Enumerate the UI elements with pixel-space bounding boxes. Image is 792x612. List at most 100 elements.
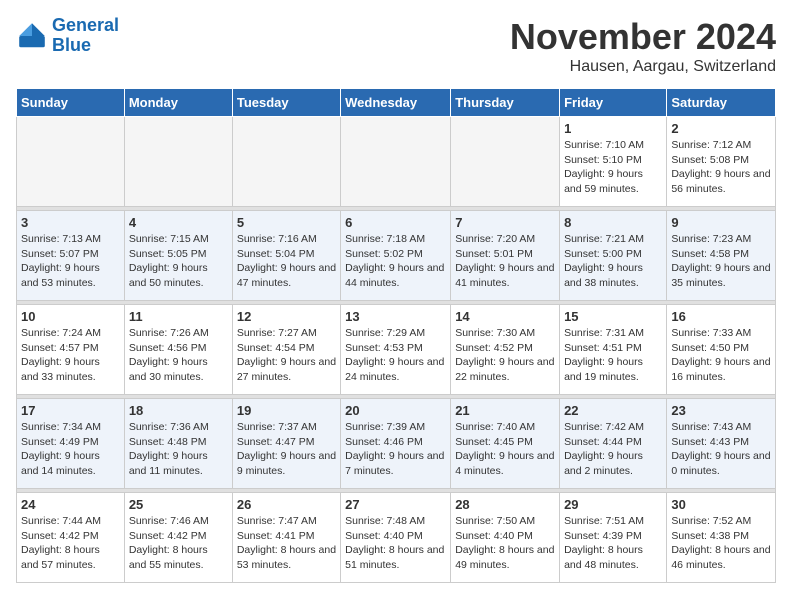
day-number: 30 bbox=[671, 497, 771, 512]
day-info: Sunrise: 7:34 AMSunset: 4:49 PMDaylight:… bbox=[21, 421, 101, 477]
calendar: Sunday Monday Tuesday Wednesday Thursday… bbox=[16, 88, 776, 583]
day-number: 4 bbox=[129, 215, 228, 230]
day-number: 15 bbox=[564, 309, 662, 324]
day-number: 2 bbox=[671, 121, 771, 136]
calendar-day: 24 Sunrise: 7:44 AMSunset: 4:42 PMDaylig… bbox=[17, 493, 125, 583]
calendar-week-1: 1 Sunrise: 7:10 AMSunset: 5:10 PMDayligh… bbox=[17, 117, 776, 207]
day-info: Sunrise: 7:39 AMSunset: 4:46 PMDaylight:… bbox=[345, 421, 444, 477]
day-number: 8 bbox=[564, 215, 662, 230]
calendar-week-2: 3 Sunrise: 7:13 AMSunset: 5:07 PMDayligh… bbox=[17, 211, 776, 301]
day-number: 17 bbox=[21, 403, 120, 418]
calendar-day: 19 Sunrise: 7:37 AMSunset: 4:47 PMDaylig… bbox=[232, 399, 340, 489]
day-number: 24 bbox=[21, 497, 120, 512]
location-title: Hausen, Aargau, Switzerland bbox=[510, 58, 776, 76]
calendar-week-5: 24 Sunrise: 7:44 AMSunset: 4:42 PMDaylig… bbox=[17, 493, 776, 583]
day-info: Sunrise: 7:43 AMSunset: 4:43 PMDaylight:… bbox=[671, 421, 770, 477]
day-info: Sunrise: 7:24 AMSunset: 4:57 PMDaylight:… bbox=[21, 327, 101, 383]
calendar-day: 20 Sunrise: 7:39 AMSunset: 4:46 PMDaylig… bbox=[341, 399, 451, 489]
day-info: Sunrise: 7:51 AMSunset: 4:39 PMDaylight:… bbox=[564, 515, 644, 571]
calendar-week-4: 17 Sunrise: 7:34 AMSunset: 4:49 PMDaylig… bbox=[17, 399, 776, 489]
day-info: Sunrise: 7:10 AMSunset: 5:10 PMDaylight:… bbox=[564, 139, 644, 195]
calendar-day: 9 Sunrise: 7:23 AMSunset: 4:58 PMDayligh… bbox=[667, 211, 776, 301]
day-number: 10 bbox=[21, 309, 120, 324]
day-info: Sunrise: 7:48 AMSunset: 4:40 PMDaylight:… bbox=[345, 515, 444, 571]
calendar-day: 18 Sunrise: 7:36 AMSunset: 4:48 PMDaylig… bbox=[124, 399, 232, 489]
col-thursday: Thursday bbox=[451, 89, 560, 117]
calendar-day: 15 Sunrise: 7:31 AMSunset: 4:51 PMDaylig… bbox=[560, 305, 667, 395]
day-number: 21 bbox=[455, 403, 555, 418]
col-sunday: Sunday bbox=[17, 89, 125, 117]
day-info: Sunrise: 7:27 AMSunset: 4:54 PMDaylight:… bbox=[237, 327, 336, 383]
header: General Blue November 2024 Hausen, Aarga… bbox=[16, 16, 776, 76]
day-info: Sunrise: 7:16 AMSunset: 5:04 PMDaylight:… bbox=[237, 233, 336, 289]
day-number: 5 bbox=[237, 215, 336, 230]
calendar-day: 4 Sunrise: 7:15 AMSunset: 5:05 PMDayligh… bbox=[124, 211, 232, 301]
calendar-day: 12 Sunrise: 7:27 AMSunset: 4:54 PMDaylig… bbox=[232, 305, 340, 395]
calendar-day: 10 Sunrise: 7:24 AMSunset: 4:57 PMDaylig… bbox=[17, 305, 125, 395]
day-info: Sunrise: 7:15 AMSunset: 5:05 PMDaylight:… bbox=[129, 233, 209, 289]
day-number: 9 bbox=[671, 215, 771, 230]
day-number: 6 bbox=[345, 215, 446, 230]
day-info: Sunrise: 7:21 AMSunset: 5:00 PMDaylight:… bbox=[564, 233, 644, 289]
calendar-day: 25 Sunrise: 7:46 AMSunset: 4:42 PMDaylig… bbox=[124, 493, 232, 583]
day-info: Sunrise: 7:20 AMSunset: 5:01 PMDaylight:… bbox=[455, 233, 554, 289]
calendar-day: 17 Sunrise: 7:34 AMSunset: 4:49 PMDaylig… bbox=[17, 399, 125, 489]
calendar-day bbox=[341, 117, 451, 207]
calendar-header: Sunday Monday Tuesday Wednesday Thursday… bbox=[17, 89, 776, 117]
calendar-day: 13 Sunrise: 7:29 AMSunset: 4:53 PMDaylig… bbox=[341, 305, 451, 395]
calendar-day bbox=[232, 117, 340, 207]
logo-icon bbox=[16, 20, 48, 52]
calendar-day: 23 Sunrise: 7:43 AMSunset: 4:43 PMDaylig… bbox=[667, 399, 776, 489]
day-number: 26 bbox=[237, 497, 336, 512]
calendar-day: 3 Sunrise: 7:13 AMSunset: 5:07 PMDayligh… bbox=[17, 211, 125, 301]
calendar-day: 8 Sunrise: 7:21 AMSunset: 5:00 PMDayligh… bbox=[560, 211, 667, 301]
day-info: Sunrise: 7:18 AMSunset: 5:02 PMDaylight:… bbox=[345, 233, 444, 289]
calendar-day: 1 Sunrise: 7:10 AMSunset: 5:10 PMDayligh… bbox=[560, 117, 667, 207]
day-info: Sunrise: 7:52 AMSunset: 4:38 PMDaylight:… bbox=[671, 515, 770, 571]
calendar-day: 22 Sunrise: 7:42 AMSunset: 4:44 PMDaylig… bbox=[560, 399, 667, 489]
calendar-day: 26 Sunrise: 7:47 AMSunset: 4:41 PMDaylig… bbox=[232, 493, 340, 583]
day-info: Sunrise: 7:37 AMSunset: 4:47 PMDaylight:… bbox=[237, 421, 336, 477]
day-info: Sunrise: 7:47 AMSunset: 4:41 PMDaylight:… bbox=[237, 515, 336, 571]
calendar-day: 11 Sunrise: 7:26 AMSunset: 4:56 PMDaylig… bbox=[124, 305, 232, 395]
calendar-day: 29 Sunrise: 7:51 AMSunset: 4:39 PMDaylig… bbox=[560, 493, 667, 583]
calendar-day: 6 Sunrise: 7:18 AMSunset: 5:02 PMDayligh… bbox=[341, 211, 451, 301]
day-info: Sunrise: 7:12 AMSunset: 5:08 PMDaylight:… bbox=[671, 139, 770, 195]
day-info: Sunrise: 7:13 AMSunset: 5:07 PMDaylight:… bbox=[21, 233, 101, 289]
calendar-day: 27 Sunrise: 7:48 AMSunset: 4:40 PMDaylig… bbox=[341, 493, 451, 583]
day-number: 3 bbox=[21, 215, 120, 230]
calendar-day: 14 Sunrise: 7:30 AMSunset: 4:52 PMDaylig… bbox=[451, 305, 560, 395]
calendar-day: 7 Sunrise: 7:20 AMSunset: 5:01 PMDayligh… bbox=[451, 211, 560, 301]
calendar-day bbox=[17, 117, 125, 207]
day-info: Sunrise: 7:36 AMSunset: 4:48 PMDaylight:… bbox=[129, 421, 209, 477]
day-number: 18 bbox=[129, 403, 228, 418]
day-info: Sunrise: 7:26 AMSunset: 4:56 PMDaylight:… bbox=[129, 327, 209, 383]
day-number: 1 bbox=[564, 121, 662, 136]
logo-line1: General bbox=[52, 15, 119, 35]
day-number: 14 bbox=[455, 309, 555, 324]
day-number: 25 bbox=[129, 497, 228, 512]
day-number: 20 bbox=[345, 403, 446, 418]
col-monday: Monday bbox=[124, 89, 232, 117]
calendar-day: 2 Sunrise: 7:12 AMSunset: 5:08 PMDayligh… bbox=[667, 117, 776, 207]
calendar-day: 16 Sunrise: 7:33 AMSunset: 4:50 PMDaylig… bbox=[667, 305, 776, 395]
day-info: Sunrise: 7:31 AMSunset: 4:51 PMDaylight:… bbox=[564, 327, 644, 383]
logo-text: General Blue bbox=[52, 16, 119, 56]
day-info: Sunrise: 7:46 AMSunset: 4:42 PMDaylight:… bbox=[129, 515, 209, 571]
day-info: Sunrise: 7:23 AMSunset: 4:58 PMDaylight:… bbox=[671, 233, 770, 289]
day-number: 11 bbox=[129, 309, 228, 324]
col-tuesday: Tuesday bbox=[232, 89, 340, 117]
calendar-day bbox=[124, 117, 232, 207]
day-number: 12 bbox=[237, 309, 336, 324]
calendar-day: 30 Sunrise: 7:52 AMSunset: 4:38 PMDaylig… bbox=[667, 493, 776, 583]
calendar-day: 28 Sunrise: 7:50 AMSunset: 4:40 PMDaylig… bbox=[451, 493, 560, 583]
calendar-day: 21 Sunrise: 7:40 AMSunset: 4:45 PMDaylig… bbox=[451, 399, 560, 489]
calendar-day: 5 Sunrise: 7:16 AMSunset: 5:04 PMDayligh… bbox=[232, 211, 340, 301]
logo: General Blue bbox=[16, 16, 119, 56]
title-section: November 2024 Hausen, Aargau, Switzerlan… bbox=[510, 16, 776, 76]
month-title: November 2024 bbox=[510, 16, 776, 58]
col-wednesday: Wednesday bbox=[341, 89, 451, 117]
day-number: 23 bbox=[671, 403, 771, 418]
day-number: 19 bbox=[237, 403, 336, 418]
col-friday: Friday bbox=[560, 89, 667, 117]
